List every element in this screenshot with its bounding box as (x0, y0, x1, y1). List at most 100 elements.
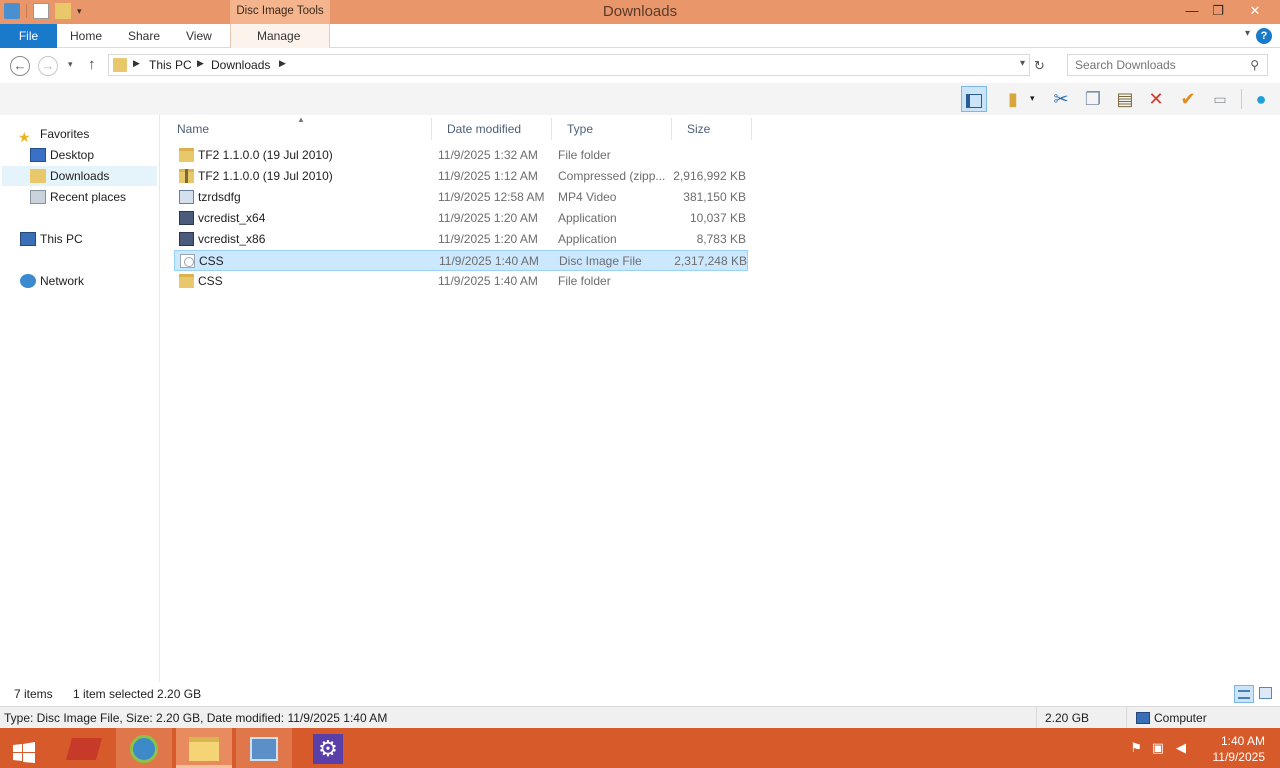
preview-pane-button[interactable] (961, 86, 987, 112)
breadcrumb-separator[interactable]: ▶ (279, 58, 286, 69)
details-location: Computer (1154, 711, 1207, 725)
delete-icon[interactable]: ✕ (1143, 86, 1169, 112)
file-size: 10,037 KB (689, 211, 746, 225)
search-input[interactable] (1075, 55, 1250, 75)
refresh-icon[interactable]: ↻ (1034, 58, 1045, 74)
file-name: TF2 1.1.0.0 (19 Jul 2010) (198, 148, 333, 162)
file-row[interactable]: vcredist_x86 11/9/2025 1:20 AM Application… (174, 229, 748, 250)
nav-this-pc-label: This PC (40, 232, 83, 246)
nav-network-label: Network (40, 274, 85, 288)
rename-icon[interactable]: ▭ (1207, 86, 1233, 112)
file-row[interactable]: TF2 1.1.0.0 (19 Jul 2010) 11/9/2025 1:32 … (174, 145, 748, 166)
toolbar-divider (1241, 89, 1242, 109)
network-tray-icon[interactable]: ▣ (1152, 740, 1164, 756)
file-row[interactable]: tzrdsdfg 11/9/2025 12:58 AM MP4 Video 381,1… (174, 187, 748, 208)
file-type: File folder (558, 274, 611, 288)
column-type[interactable]: Type (552, 118, 672, 140)
forward-button[interactable]: → (38, 56, 58, 76)
tab-manage[interactable]: Manage (257, 24, 300, 48)
tab-view[interactable]: View (186, 24, 212, 48)
column-size[interactable]: Size (672, 118, 752, 140)
file-row[interactable]: TF2 1.1.0.0 (19 Jul 2010) 11/9/2025 1:12 … (174, 166, 748, 187)
breadcrumb-downloads[interactable]: Downloads (211, 58, 270, 72)
file-name: CSS (198, 274, 223, 288)
address-dropdown-icon[interactable]: ▾ (1020, 58, 1025, 69)
copy-icon[interactable]: ❐ (1080, 86, 1106, 112)
help-icon[interactable]: ? (1256, 28, 1272, 44)
nav-recent-places[interactable]: Recent places (2, 187, 157, 207)
nav-recent-label: Recent places (50, 190, 127, 204)
address-bar[interactable]: ▶ This PC ▶ Downloads ▶ ▾ (108, 54, 1030, 76)
network-icon (20, 274, 36, 288)
browser-icon (130, 734, 158, 763)
address-row: ← → ▾ ↑ ▶ This PC ▶ Downloads ▶ ▾ ↻ ⚲ (0, 49, 1280, 83)
explorer-app-icon[interactable] (4, 3, 20, 19)
clock-date: 11/9/2025 (1212, 750, 1266, 764)
breadcrumb-this-pc[interactable]: This PC (149, 58, 192, 72)
volume-muted-icon[interactable]: ◀ (1176, 740, 1186, 756)
command-toolbar: ▮ ▾ ✂ ❐ ▤ ✕ ✔ ▭ ● (0, 83, 1280, 115)
file-type: MP4 Video (558, 190, 617, 204)
checkmark-icon[interactable]: ✔ (1175, 86, 1201, 112)
breadcrumb-separator[interactable]: ▶ (133, 58, 140, 69)
nav-this-pc[interactable]: This PC (2, 229, 157, 249)
up-arrow-icon[interactable]: ↑ (88, 56, 96, 73)
expand-ribbon-icon[interactable]: ▾ (1245, 28, 1250, 39)
search-box[interactable]: ⚲ (1067, 54, 1268, 76)
column-date-modified[interactable]: Date modified (432, 118, 552, 140)
file-name: vcredist_x64 (198, 211, 266, 225)
file-type: Disc Image File (559, 254, 642, 268)
nav-favorites[interactable]: ★ Favorites (18, 124, 173, 145)
globe-icon[interactable]: ● (1248, 86, 1274, 112)
clock[interactable]: 1:40 AM 11/9/2025 (1213, 733, 1266, 765)
properties-icon[interactable] (33, 3, 49, 19)
taskbar: ⚙ ⚑ ▣ ◀ 1:40 AM 11/9/2025 (0, 728, 1280, 768)
file-name: vcredist_x86 (198, 232, 266, 246)
move-to-button[interactable]: ▮ (1000, 86, 1026, 112)
cut-icon[interactable]: ✂ (1048, 86, 1074, 112)
paste-icon[interactable]: ▤ (1112, 86, 1138, 112)
selection-info: 1 item selected 2.20 GB (73, 687, 202, 701)
qat-dropdown-icon[interactable]: ▾ (77, 6, 82, 17)
file-row[interactable]: CSS 11/9/2025 1:40 AM File folder (174, 271, 748, 292)
taskbar-control-panel[interactable] (236, 728, 292, 768)
recent-locations-icon[interactable]: ▾ (68, 59, 73, 70)
quick-access-toolbar: ▾ (4, 3, 82, 19)
details-view-icon (1238, 690, 1250, 699)
move-to-dropdown-icon[interactable]: ▾ (1030, 93, 1035, 104)
tab-share[interactable]: Share (128, 24, 160, 48)
new-folder-icon[interactable] (55, 3, 71, 19)
maximize-button[interactable]: ❐ (1202, 0, 1234, 22)
nav-desktop-label: Desktop (50, 148, 95, 162)
search-icon[interactable]: ⚲ (1250, 58, 1259, 72)
taskbar-app-red-icon[interactable] (56, 728, 112, 768)
item-count: 7 items (14, 687, 53, 701)
file-row[interactable]: vcredist_x64 11/9/2025 1:20 AM Application… (174, 208, 748, 229)
file-name: tzrdsdfg (198, 190, 241, 204)
details-bar: Type: Disc Image File, Size: 2.20 GB, Da… (0, 706, 1280, 729)
tab-home[interactable]: Home (70, 24, 102, 48)
file-list: Name ▲ Date modified Type Size TF2 1.1.0… (162, 115, 1280, 682)
breadcrumb-separator[interactable]: ▶ (197, 58, 204, 69)
taskbar-file-explorer[interactable] (176, 728, 232, 768)
file-row[interactable]: CSS 11/9/2025 1:40 AM Disc Image File 2,317… (174, 250, 748, 271)
pane-icon (966, 94, 982, 109)
tab-file[interactable]: File (0, 24, 57, 48)
nav-network[interactable]: Network (2, 271, 157, 291)
action-center-flag-icon[interactable]: ⚑ (1130, 740, 1142, 756)
application-icon (179, 232, 194, 246)
status-bar: 7 items 1 item selected 2.20 GB (0, 682, 1280, 706)
back-button[interactable]: ← (10, 56, 30, 76)
details-view-button[interactable] (1234, 685, 1254, 703)
taskbar-browser[interactable] (116, 728, 172, 768)
nav-downloads[interactable]: Downloads (2, 166, 157, 186)
large-icons-view-button[interactable] (1259, 687, 1272, 699)
nav-downloads-label: Downloads (50, 169, 110, 183)
nav-desktop[interactable]: Desktop (2, 145, 157, 165)
downloads-icon (30, 169, 46, 183)
computer-icon (1136, 712, 1150, 724)
close-button[interactable]: ✕ (1236, 0, 1274, 22)
taskbar-settings[interactable]: ⚙ (300, 728, 356, 768)
control-panel-icon (250, 736, 278, 761)
start-button[interactable] (0, 728, 48, 768)
